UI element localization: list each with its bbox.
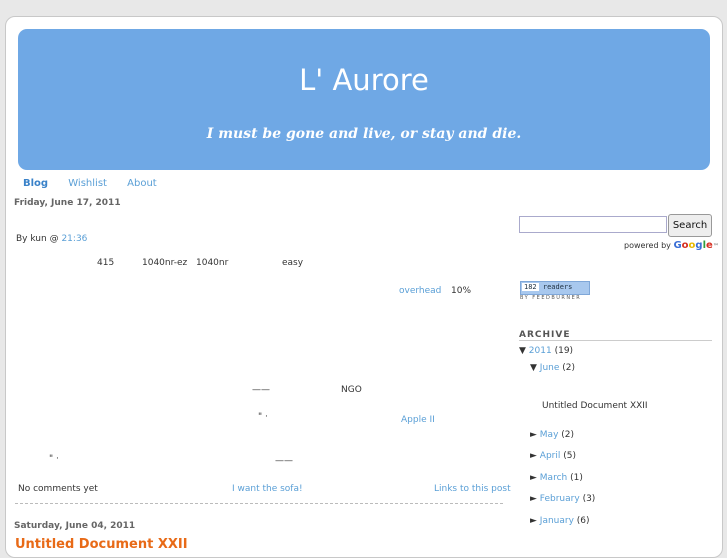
byline-author: By kun @ [16, 234, 59, 244]
backlinks-link[interactable]: Links to this post [434, 484, 511, 494]
post-date: Friday, June 17, 2011 [14, 198, 121, 208]
apple-ii-link[interactable]: Apple II [401, 415, 435, 425]
archive-month-count: (2) [561, 430, 575, 440]
archive-month-april: ► April (5) [530, 451, 576, 461]
archive-month-link[interactable]: February [540, 494, 580, 504]
search-input[interactable] [519, 216, 667, 233]
archive-month-may: ► May (2) [530, 430, 574, 440]
by-feedburner: BY FEEDBURNER [520, 295, 582, 301]
archive-heading: ARCHIVE [519, 330, 571, 340]
post-text-percent: 10% [451, 286, 472, 296]
blog-header: L' Aurore I must be gone and live, or st… [18, 29, 710, 170]
post-byline: By kun @ 21:36 [16, 234, 87, 244]
post-text-ngo: NGO [341, 385, 362, 395]
powered-by: powered by Google™ [624, 240, 719, 251]
expand-arrow-icon[interactable]: ► [530, 516, 537, 526]
search-button[interactable]: Search [668, 214, 712, 237]
post-time-link[interactable]: 21:36 [61, 234, 87, 244]
tab-about[interactable]: About [127, 178, 157, 189]
archive-month-february: ► February (3) [530, 494, 595, 504]
archive-month-link[interactable]: May [540, 430, 559, 440]
post-divider [15, 503, 503, 504]
archive-post-link[interactable]: Untitled Document XXII [542, 401, 648, 411]
post-text-easy: easy [282, 258, 304, 268]
tab-blog[interactable]: Blog [23, 178, 48, 189]
overhead-link[interactable]: overhead [399, 286, 441, 296]
archive-month-march: ► March (1) [530, 473, 583, 483]
archive-month-link[interactable]: March [540, 473, 567, 483]
sofa-link[interactable]: I want the sofa! [232, 484, 303, 494]
expand-arrow-icon[interactable]: ► [530, 451, 537, 461]
post-text-415: 415 [97, 258, 115, 268]
archive-month-count: (6) [576, 516, 590, 526]
blog-title[interactable]: L' Aurore [18, 63, 710, 97]
post-text-dash: —— [252, 385, 270, 395]
archive-month-june: ▼ June (2) [530, 363, 575, 373]
post-text-quote: " · [258, 412, 268, 422]
archive-month-count: (1) [570, 473, 583, 483]
archive-month-january: ► January (6) [530, 516, 590, 526]
post-text-quote-2: " · [49, 454, 59, 464]
post-text-dash-2: —— [275, 456, 293, 466]
archive-month-count: (3) [582, 494, 596, 504]
archive-month-link[interactable]: April [540, 451, 561, 461]
archive-month-count: (5) [563, 451, 576, 461]
post-text-1040nr-ez: 1040nr-ez [142, 258, 188, 268]
archive-year: ▼ 2011 (19) [519, 346, 573, 356]
feedburner-badge[interactable]: 182 readers [520, 281, 590, 295]
archive-month-link[interactable]: June [540, 363, 560, 373]
collapse-arrow-icon[interactable]: ▼ [530, 363, 537, 373]
tab-wishlist[interactable]: Wishlist [68, 178, 107, 189]
tab-bar: Blog Wishlist About [23, 178, 174, 189]
archive-month-link[interactable]: January [540, 516, 574, 526]
expand-arrow-icon[interactable]: ► [530, 473, 537, 483]
archive-year-link[interactable]: 2011 [529, 346, 552, 356]
readers-label: readers [542, 283, 573, 291]
expand-arrow-icon[interactable]: ► [530, 494, 537, 504]
blog-tagline: I must be gone and live, or stay and die… [206, 126, 522, 142]
readers-count: 182 [522, 283, 539, 291]
archive-rule [519, 340, 712, 341]
page-container: L' Aurore I must be gone and live, or st… [5, 16, 723, 558]
comments-count[interactable]: No comments yet [18, 484, 98, 494]
collapse-arrow-icon[interactable]: ▼ [519, 346, 526, 356]
powered-by-label: powered by [624, 241, 671, 250]
archive-year-count: (19) [554, 346, 574, 356]
expand-arrow-icon[interactable]: ► [530, 430, 537, 440]
post-date-2: Saturday, June 04, 2011 [14, 521, 136, 531]
post-text-1040nr: 1040nr [196, 258, 229, 268]
archive-month-count: (2) [562, 363, 576, 373]
google-logo: Google™ [673, 240, 719, 251]
